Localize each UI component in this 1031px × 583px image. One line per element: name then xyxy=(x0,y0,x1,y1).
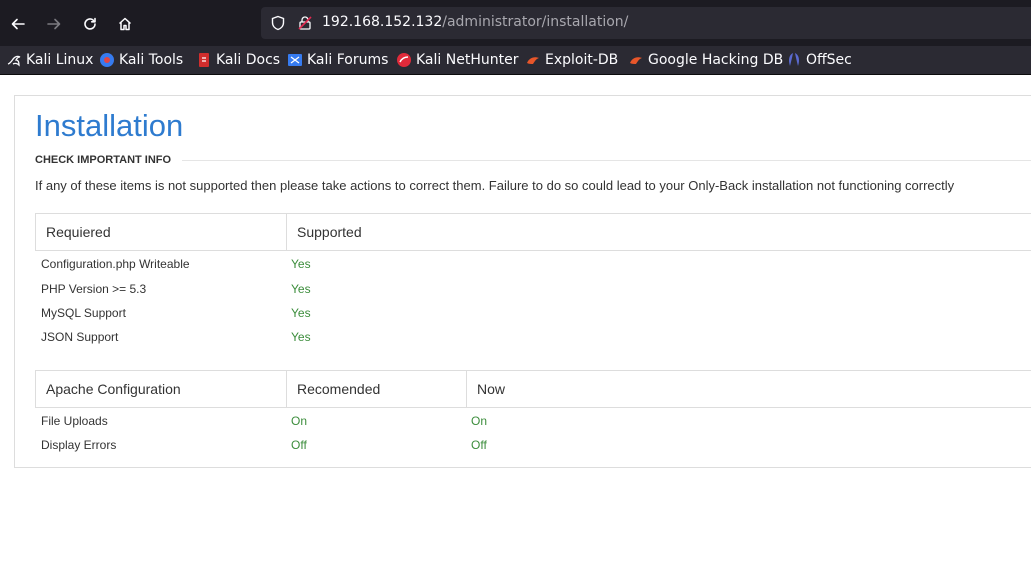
bookmark-kali-forums[interactable]: Kali Forums xyxy=(287,51,388,69)
bookmark-label: Kali Tools xyxy=(119,52,184,68)
back-button[interactable] xyxy=(5,11,31,37)
bookmark-google-hacking-db[interactable]: Google Hacking DB xyxy=(628,51,783,69)
requirement-status: Yes xyxy=(291,330,311,344)
reload-button[interactable] xyxy=(77,11,103,37)
column-header-recommended: Recomended xyxy=(286,371,466,407)
reload-icon xyxy=(84,17,96,30)
requirement-status: Yes xyxy=(291,282,311,296)
bookmark-label: Kali Forums xyxy=(307,52,389,68)
column-header-supported: Supported xyxy=(286,214,1031,250)
bookmark-label: Kali Docs xyxy=(216,52,281,68)
bookmark-label: OffSec xyxy=(806,52,852,68)
bookmark-exploit-db[interactable]: Exploit-DB xyxy=(525,51,618,69)
bookmark-kali-tools[interactable]: Kali Tools xyxy=(99,51,183,69)
back-arrow-icon xyxy=(11,18,25,30)
bookmark-kali-nethunter[interactable]: Kali NetHunter xyxy=(396,51,518,69)
requirement-name: JSON Support xyxy=(41,330,119,344)
apache-setting-name: File Uploads xyxy=(41,414,108,428)
bookmark-label: Google Hacking DB xyxy=(648,52,784,68)
insecure-lock-icon[interactable] xyxy=(297,15,313,36)
kali-tools-icon xyxy=(99,52,115,68)
column-header-apache-config: Apache Configuration xyxy=(46,381,181,397)
ghdb-icon xyxy=(628,52,644,68)
forward-arrow-icon xyxy=(47,18,61,30)
url-path: /administrator/installation/ xyxy=(442,14,629,30)
column-header-now: Now xyxy=(466,371,1031,407)
requirements-table-header: Requiered Supported xyxy=(35,213,1031,251)
shield-icon[interactable] xyxy=(270,15,286,36)
apache-current-value: Off xyxy=(471,438,487,452)
offsec-icon xyxy=(786,52,802,68)
requirement-name: PHP Version >= 5.3 xyxy=(41,282,147,296)
forward-button[interactable] xyxy=(41,11,67,37)
apache-table-header: Apache Configuration Recomended Now xyxy=(35,370,1031,408)
bookmark-kali-linux[interactable]: Kali Linux xyxy=(6,51,93,69)
bookmarks-toolbar: Kali Linux Kali Tools Kali Docs Kali For… xyxy=(0,46,1031,75)
apache-recommended-value: Off xyxy=(291,438,307,452)
bookmark-label: Kali NetHunter xyxy=(416,52,519,68)
installation-panel: Installation CHECK IMPORTANT INFO If any… xyxy=(14,95,1031,468)
browser-toolbar: 192.168.152.132/administrator/installati… xyxy=(0,0,1031,46)
bookmark-label: Exploit-DB xyxy=(545,52,619,68)
kali-forums-icon xyxy=(287,52,303,68)
requirement-name: Configuration.php Writeable xyxy=(41,257,190,271)
address-bar[interactable]: 192.168.152.132/administrator/installati… xyxy=(261,7,1031,39)
url-host: 192.168.152.132 xyxy=(322,14,443,30)
info-text: If any of these items is not supported t… xyxy=(35,178,955,193)
apache-setting-name: Display Errors xyxy=(41,438,117,452)
requirement-status: Yes xyxy=(291,306,311,320)
url-text[interactable]: 192.168.152.132/administrator/installati… xyxy=(322,14,628,30)
exploit-db-icon xyxy=(525,52,541,68)
section-heading: CHECK IMPORTANT INFO xyxy=(35,154,172,166)
page-title: Installation xyxy=(35,108,184,143)
bookmark-offsec[interactable]: OffSec xyxy=(786,51,852,69)
home-icon xyxy=(118,17,132,31)
apache-recommended-value: On xyxy=(291,414,308,428)
column-header-required: Requiered xyxy=(46,224,111,240)
requirement-status: Yes xyxy=(291,257,311,271)
kali-dragon-icon xyxy=(6,52,22,68)
kali-docs-icon xyxy=(196,52,212,68)
kali-nethunter-icon xyxy=(396,52,412,68)
apache-current-value: On xyxy=(471,414,488,428)
requirement-name: MySQL Support xyxy=(41,306,126,320)
section-divider xyxy=(182,160,1031,161)
home-button[interactable] xyxy=(112,11,138,37)
bookmark-kali-docs[interactable]: Kali Docs xyxy=(196,51,280,69)
bookmark-label: Kali Linux xyxy=(26,52,94,68)
